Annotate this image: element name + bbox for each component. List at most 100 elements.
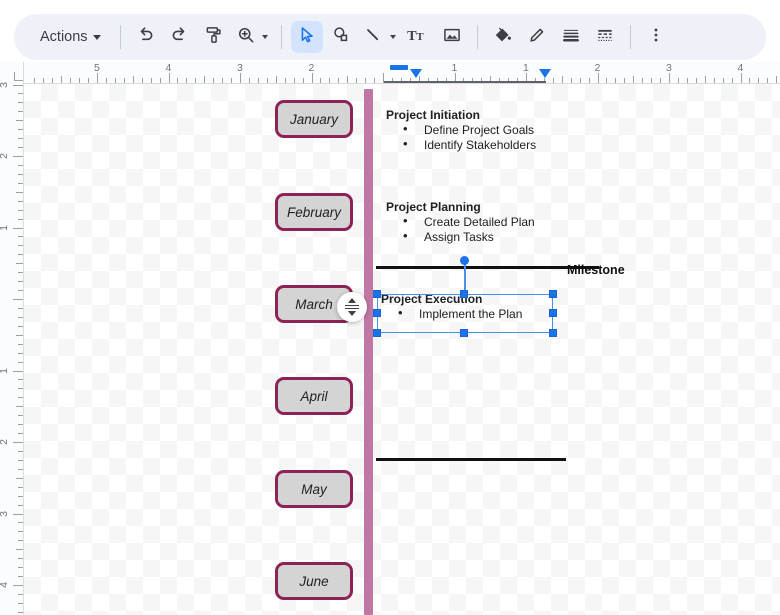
selection-handle-top-right[interactable] [549,290,557,298]
ruler-label: 2 [0,439,10,445]
shape-tool[interactable] [325,21,357,53]
phase-block-initiation[interactable]: Project Initiation Define Project Goals … [386,108,596,152]
ruler-label: 4 [738,62,744,74]
selection-bounding-box[interactable] [377,294,553,333]
drawing-canvas[interactable]: January February March April May June Pr… [24,84,780,615]
chevron-down-icon [390,35,396,39]
phase-bullet-list: Define Project Goals Identify Stakeholde… [386,123,596,152]
toolbar-divider [120,25,121,49]
ruler-minor-tick [204,76,205,83]
ruler-major-tick [312,73,313,83]
more-options-button[interactable] [640,21,672,53]
milestone-line-top[interactable] [376,266,599,269]
ruler-minor-tick [776,76,777,83]
milestone-label: Milestone [567,263,625,277]
ruler-major-tick [13,156,23,157]
handle-line [345,305,359,307]
pencil-icon [527,25,547,50]
image-icon [442,25,462,50]
undo-button[interactable] [130,21,162,53]
ruler-minor-tick [16,120,23,121]
fill-color-button[interactable] [487,21,519,53]
ruler-minor-tick [633,76,634,83]
ruler-minor-tick [133,76,134,83]
toolbar-divider [630,25,631,49]
line-dash-icon [595,25,615,50]
vertical-ruler[interactable]: 3211234 [0,62,24,615]
selection-handle-top-left[interactable] [373,290,381,298]
redo-icon [169,24,190,50]
ruler-minor-tick [705,76,706,83]
zoom-button[interactable] [232,21,272,53]
ruler-major-tick [13,514,23,515]
ruler-major-tick [13,585,23,586]
selection-handle-bottom-right[interactable] [549,329,557,337]
ruler-minor-tick [347,76,348,83]
ruler-label: 4 [0,582,10,588]
drawing-app-window: Actions [0,0,780,615]
chevron-down-icon [262,35,268,39]
month-box-january[interactable]: January [275,100,353,138]
line-weight-icon [561,25,581,50]
ruler-minor-tick [16,263,23,264]
ruler-label: 1 [452,62,458,74]
shape-icon [331,25,351,50]
ruler-left-margin-marker[interactable] [410,69,422,78]
ruler-minor-tick [61,76,62,83]
ruler-right-margin-marker[interactable] [539,69,551,78]
line-tool[interactable] [359,21,400,53]
ruler-label: 5 [94,62,100,74]
ruler-label: 2 [595,62,601,74]
ruler-corner-mark [14,72,23,81]
svg-text:T: T [416,31,424,43]
selection-rotation-handle[interactable] [460,256,469,265]
month-box-june[interactable]: June [275,562,353,600]
image-tool[interactable] [436,21,468,53]
chevron-down-icon [93,35,101,40]
ruler-indent-marker[interactable] [390,65,408,70]
select-tool[interactable] [291,21,323,53]
actions-menu-button[interactable]: Actions [28,21,111,53]
selection-handle-bottom-left[interactable] [373,329,381,337]
milestone-line-bottom[interactable] [376,458,566,461]
ruler-minor-tick [16,478,23,479]
ruler-major-tick [13,228,23,229]
text-format-icon: T T [407,25,429,50]
month-box-april[interactable]: April [275,377,353,415]
month-label: May [301,482,327,497]
ruler-label: 1 [523,62,529,74]
vertical-drag-handle[interactable] [337,292,367,322]
ruler-label: 3 [666,62,672,74]
line-dash-button[interactable] [589,21,621,53]
ruler-minor-tick [16,406,23,407]
vertical-ruler-ticks: 3211234 [0,62,24,615]
phase-title: Project Planning [386,200,596,215]
phase-block-planning[interactable]: Project Planning Create Detailed Plan As… [386,200,596,244]
month-box-february[interactable]: February [275,193,353,231]
ruler-label: 2 [309,62,315,74]
month-label: February [287,205,341,220]
line-color-button[interactable] [521,21,553,53]
selection-handle-mid-right[interactable] [549,309,557,317]
undo-icon [135,24,156,50]
actions-menu-label: Actions [40,29,88,45]
text-tool[interactable]: T T [402,21,434,53]
month-label: January [290,112,338,127]
selection-handle-bottom-center[interactable] [460,329,468,337]
selection-handle-mid-left[interactable] [373,309,381,317]
month-label: April [300,389,327,404]
ruler-major-tick [13,299,23,300]
timeline-spine[interactable] [364,89,373,615]
month-box-may[interactable]: May [275,470,353,508]
redo-button[interactable] [164,21,196,53]
format-painter-button[interactable] [198,21,230,53]
paint-bucket-icon [493,25,513,50]
selection-handle-top-center[interactable] [460,290,468,298]
ruler-minor-tick [276,76,277,83]
ruler-label: 1 [0,368,10,374]
more-vertical-icon [647,25,665,50]
arrow-down-icon [348,311,356,316]
ruler-major-tick [240,73,241,83]
horizontal-ruler[interactable]: 543211234 [0,62,780,84]
line-weight-button[interactable] [555,21,587,53]
